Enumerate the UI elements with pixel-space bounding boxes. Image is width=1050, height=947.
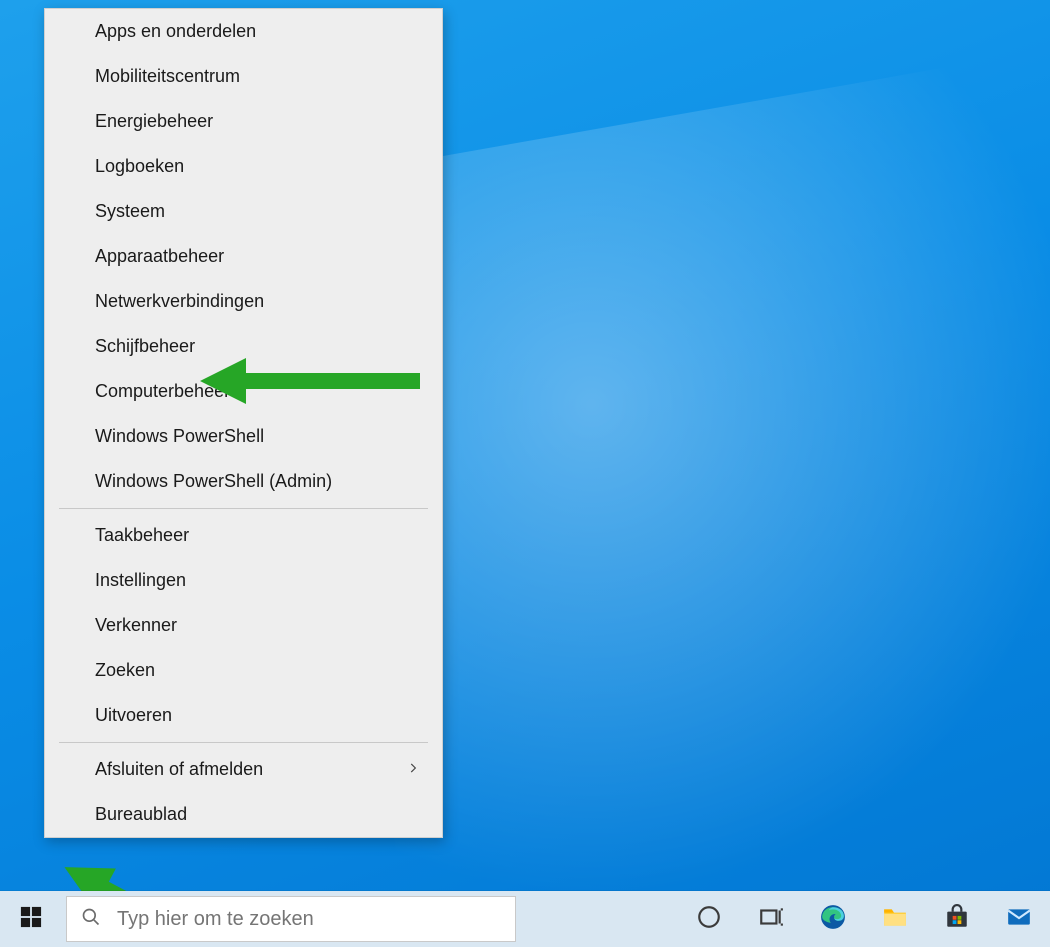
ctx-task-manager[interactable]: Taakbeheer <box>45 513 442 558</box>
windows-logo-icon <box>20 906 42 933</box>
ctx-label: Afsluiten of afmelden <box>95 759 263 780</box>
ctx-label: Apparaatbeheer <box>95 246 224 267</box>
ctx-label: Logboeken <box>95 156 184 177</box>
start-button[interactable] <box>0 891 62 947</box>
taskbar-tray <box>678 891 1050 947</box>
taskbar <box>0 891 1050 947</box>
ctx-label: Bureaublad <box>95 804 187 825</box>
mail-icon <box>1006 904 1032 935</box>
edge-button[interactable] <box>802 891 864 947</box>
ctx-label: Instellingen <box>95 570 186 591</box>
ctx-mobility-center[interactable]: Mobiliteitscentrum <box>45 54 442 99</box>
ctx-device-manager[interactable]: Apparaatbeheer <box>45 234 442 279</box>
ctx-label: Windows PowerShell (Admin) <box>95 471 332 492</box>
ctx-label: Computerbeheer <box>95 381 230 402</box>
ctx-settings[interactable]: Instellingen <box>45 558 442 603</box>
task-view-button[interactable] <box>740 891 802 947</box>
ctx-power-options[interactable]: Energiebeheer <box>45 99 442 144</box>
ctx-shutdown-signout[interactable]: Afsluiten of afmelden <box>45 747 442 792</box>
file-explorer-button[interactable] <box>864 891 926 947</box>
ctx-apps-features[interactable]: Apps en onderdelen <box>45 9 442 54</box>
store-icon <box>944 904 970 935</box>
ctx-label: Zoeken <box>95 660 155 681</box>
cortana-button[interactable] <box>678 891 740 947</box>
ctx-label: Schijfbeheer <box>95 336 195 357</box>
taskbar-search[interactable] <box>66 896 516 942</box>
ctx-label: Windows PowerShell <box>95 426 264 447</box>
search-input[interactable] <box>115 907 501 932</box>
ctx-label: Uitvoeren <box>95 705 172 726</box>
ctx-label: Netwerkverbindingen <box>95 291 264 312</box>
ctx-system[interactable]: Systeem <box>45 189 442 234</box>
ctx-computer-management[interactable]: Computerbeheer <box>45 369 442 414</box>
cortana-icon <box>696 904 722 935</box>
edge-icon <box>820 904 846 935</box>
search-icon <box>81 907 101 932</box>
ctx-run[interactable]: Uitvoeren <box>45 693 442 738</box>
ctx-explorer[interactable]: Verkenner <box>45 603 442 648</box>
ctx-label: Systeem <box>95 201 165 222</box>
ctx-label: Taakbeheer <box>95 525 189 546</box>
store-button[interactable] <box>926 891 988 947</box>
ctx-search[interactable]: Zoeken <box>45 648 442 693</box>
ctx-separator <box>59 508 428 509</box>
ctx-powershell[interactable]: Windows PowerShell <box>45 414 442 459</box>
folder-icon <box>882 904 908 935</box>
ctx-label: Verkenner <box>95 615 177 636</box>
winx-context-menu: Apps en onderdelen Mobiliteitscentrum En… <box>44 8 443 838</box>
ctx-network-connections[interactable]: Netwerkverbindingen <box>45 279 442 324</box>
ctx-label: Energiebeheer <box>95 111 213 132</box>
ctx-label: Apps en onderdelen <box>95 21 256 42</box>
ctx-event-viewer[interactable]: Logboeken <box>45 144 442 189</box>
mail-button[interactable] <box>988 891 1050 947</box>
chevron-right-icon <box>406 759 420 780</box>
ctx-powershell-admin[interactable]: Windows PowerShell (Admin) <box>45 459 442 504</box>
ctx-separator <box>59 742 428 743</box>
ctx-label: Mobiliteitscentrum <box>95 66 240 87</box>
task-view-icon <box>758 904 784 935</box>
ctx-desktop[interactable]: Bureaublad <box>45 792 442 837</box>
ctx-disk-management[interactable]: Schijfbeheer <box>45 324 442 369</box>
